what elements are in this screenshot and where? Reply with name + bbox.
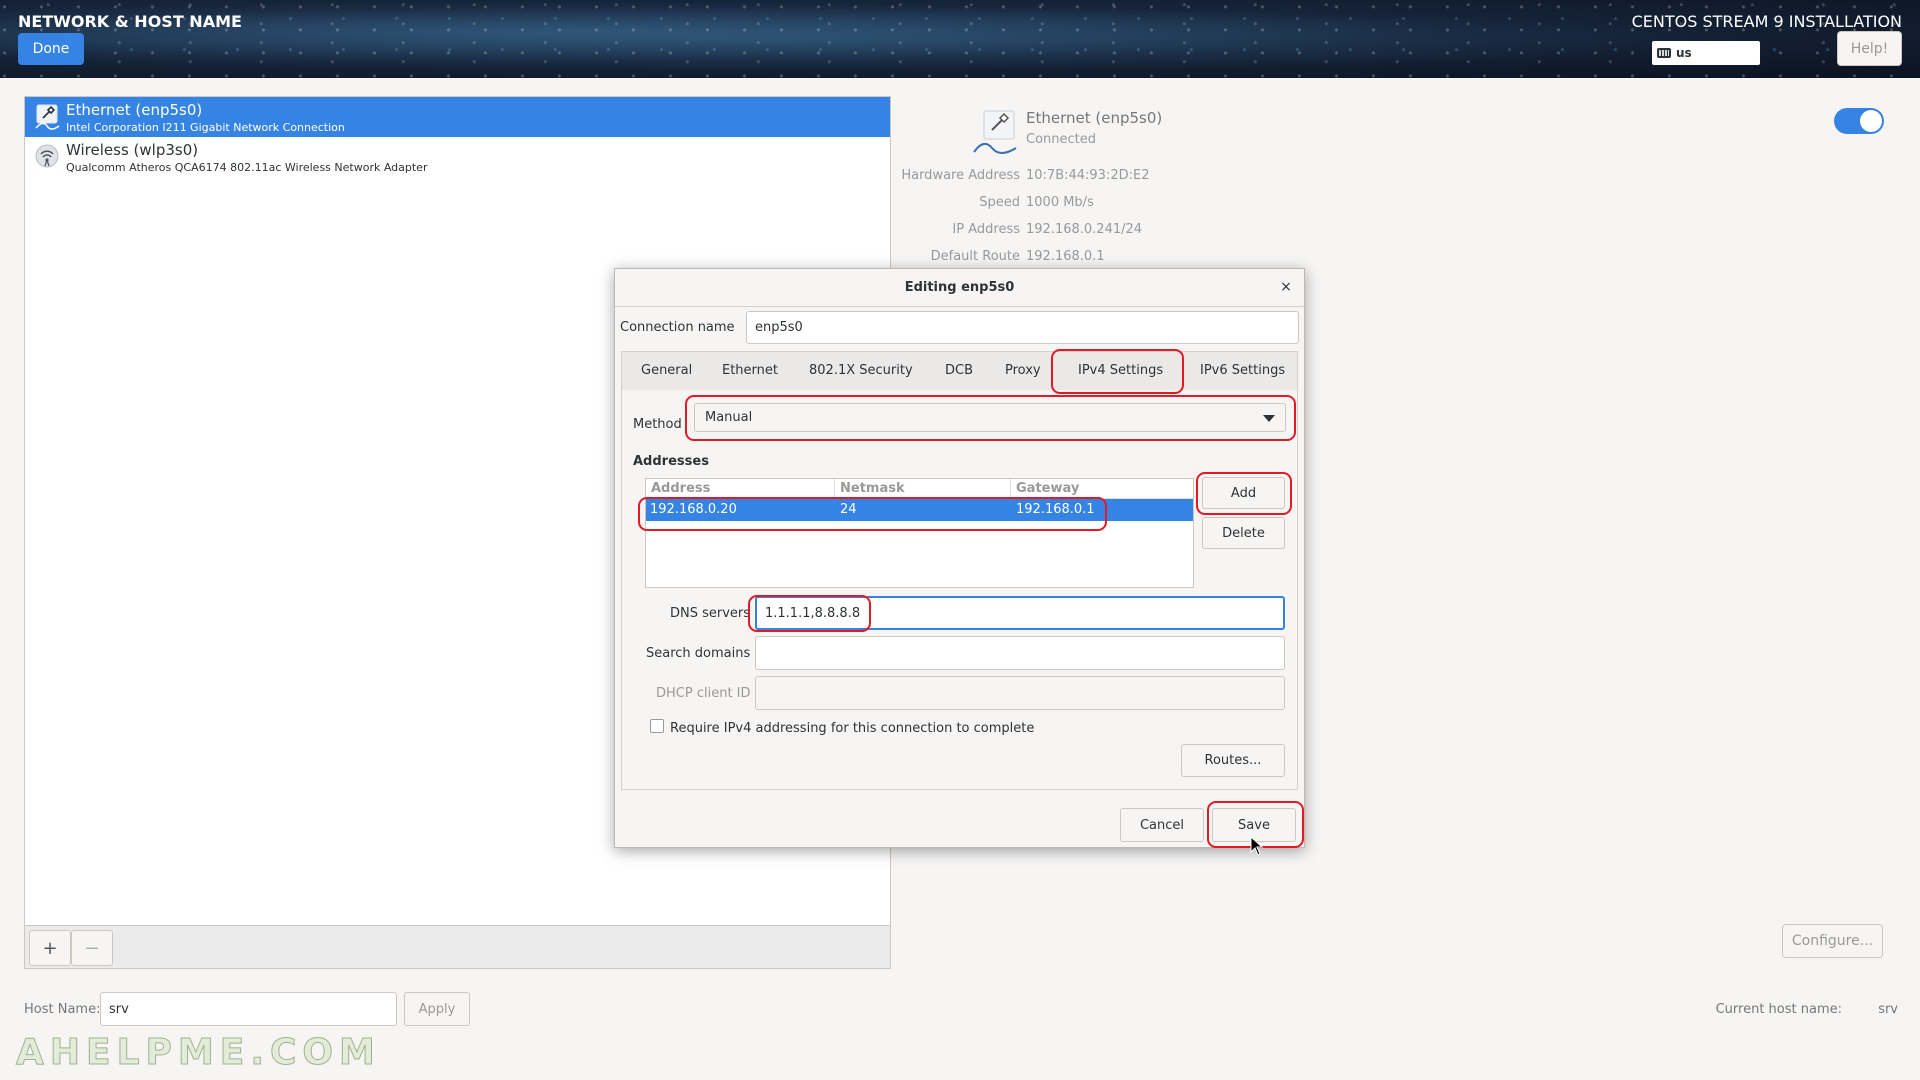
host-name-input[interactable] <box>100 992 397 1026</box>
apply-button[interactable]: Apply <box>404 992 470 1026</box>
add-device-button[interactable]: + <box>29 930 71 966</box>
dhcp-client-id-input[interactable] <box>755 676 1285 710</box>
device-enable-toggle[interactable] <box>1834 108 1884 134</box>
hardware-address-label: Hardware Address <box>901 168 1020 183</box>
tab-ipv4-settings[interactable]: IPv4 Settings <box>1078 363 1163 378</box>
ipv4-settings-panel: Method Addresses DNS servers Search doma… <box>621 390 1298 790</box>
column-header-gateway: Gateway <box>1016 481 1080 496</box>
device-row-wireless[interactable]: Wireless (wlp3s0) Qualcomm Atheros QCA61… <box>25 137 890 177</box>
host-name-label: Host Name: <box>24 1002 101 1017</box>
speed-label: Speed <box>979 195 1020 210</box>
close-icon[interactable]: × <box>1278 279 1294 295</box>
device-description: Qualcomm Atheros QCA6174 802.11ac Wirele… <box>66 161 428 174</box>
spoke-title: NETWORK & HOST NAME <box>18 12 242 31</box>
ip-address-label: IP Address <box>952 222 1020 237</box>
delete-address-button[interactable]: Delete <box>1202 517 1285 549</box>
cell-netmask: 24 <box>840 502 857 517</box>
tab-proxy[interactable]: Proxy <box>1005 363 1041 378</box>
keyboard-layout-indicator[interactable]: us <box>1652 41 1760 65</box>
addresses-label: Addresses <box>633 454 709 469</box>
watermark: AHELPME.COM <box>16 1032 381 1074</box>
speed-value: 1000 Mb/s <box>1026 195 1094 210</box>
device-name: Ethernet (enp5s0) <box>66 101 203 119</box>
connection-name-label: Connection name <box>620 320 735 335</box>
search-domains-input[interactable] <box>755 636 1285 670</box>
dialog-title: Editing enp5s0 <box>615 269 1304 307</box>
done-button[interactable]: Done <box>18 33 84 65</box>
method-value: Manual <box>705 410 753 425</box>
cell-address: 192.168.0.20 <box>650 502 737 517</box>
remove-device-button[interactable]: − <box>71 930 113 966</box>
column-header-address: Address <box>651 481 711 496</box>
routes-button[interactable]: Routes... <box>1181 744 1285 777</box>
column-divider <box>834 479 835 498</box>
tab-general[interactable]: General <box>641 363 692 378</box>
device-name: Wireless (wlp3s0) <box>66 141 199 159</box>
wireless-icon <box>35 144 59 168</box>
dns-servers-value: 1.1.1.1,8.8.8.8 <box>765 605 861 621</box>
dns-servers-input[interactable]: 1.1.1.1,8.8.8.8 <box>755 596 1285 630</box>
cancel-button[interactable]: Cancel <box>1120 808 1204 842</box>
ethernet-icon <box>35 104 60 130</box>
default-route-label: Default Route <box>930 249 1020 264</box>
dns-servers-label: DNS servers <box>670 606 751 621</box>
hardware-address-value: 10:7B:44:93:2D:E2 <box>1026 168 1150 183</box>
tab-ipv6-settings[interactable]: IPv6 Settings <box>1200 363 1285 378</box>
help-button[interactable]: Help! <box>1837 31 1902 66</box>
keyboard-layout-label: us <box>1676 46 1692 60</box>
tab-8021x-security[interactable]: 802.1X Security <box>809 363 913 378</box>
search-domains-label: Search domains <box>646 646 751 661</box>
dhcp-client-id-label: DHCP client ID <box>656 686 751 701</box>
device-description: Intel Corporation I211 Gigabit Network C… <box>66 121 345 134</box>
connection-name-input[interactable]: enp5s0 <box>746 311 1299 344</box>
mouse-pointer-icon <box>1250 836 1264 856</box>
add-address-button[interactable]: Add <box>1202 477 1285 509</box>
current-host-name-value: srv <box>1878 1002 1898 1017</box>
chevron-down-icon <box>1263 415 1275 422</box>
cell-gateway: 192.168.0.1 <box>1016 502 1095 517</box>
tab-dcb[interactable]: DCB <box>945 363 973 378</box>
column-divider <box>1010 479 1011 498</box>
table-row[interactable]: 192.168.0.20 24 192.168.0.1 <box>646 499 1193 521</box>
current-host-name-label: Current host name: <box>1715 1002 1842 1017</box>
ip-address-value: 192.168.0.241/24 <box>1026 222 1143 237</box>
detail-device-status: Connected <box>1026 132 1097 147</box>
column-header-netmask: Netmask <box>840 481 905 496</box>
keyboard-icon <box>1657 48 1671 58</box>
device-row-ethernet[interactable]: Ethernet (enp5s0) Intel Corporation I211… <box>25 97 890 137</box>
settings-tabs: General Ethernet 802.1X Security DCB Pro… <box>621 351 1298 393</box>
device-list-toolbar: + − <box>25 925 890 968</box>
addresses-table: Address Netmask Gateway 192.168.0.20 24 … <box>645 478 1194 588</box>
header-bar: NETWORK & HOST NAME Done CENTOS STREAM 9… <box>0 0 1920 78</box>
require-ipv4-checkbox[interactable] <box>650 719 664 733</box>
method-label: Method <box>633 417 682 432</box>
require-ipv4-label: Require IPv4 addressing for this connect… <box>670 721 1035 736</box>
tab-ethernet[interactable]: Ethernet <box>722 363 778 378</box>
method-dropdown[interactable]: Manual <box>694 403 1286 432</box>
installer-title: CENTOS STREAM 9 INSTALLATION <box>1631 12 1902 31</box>
table-header: Address Netmask Gateway <box>646 479 1193 499</box>
default-route-value: 192.168.0.1 <box>1026 249 1105 264</box>
detail-device-name: Ethernet (enp5s0) <box>1026 109 1163 127</box>
ethernet-detail-icon <box>973 110 1017 154</box>
configure-button[interactable]: Configure... <box>1782 924 1883 958</box>
connection-name-value: enp5s0 <box>755 320 803 335</box>
